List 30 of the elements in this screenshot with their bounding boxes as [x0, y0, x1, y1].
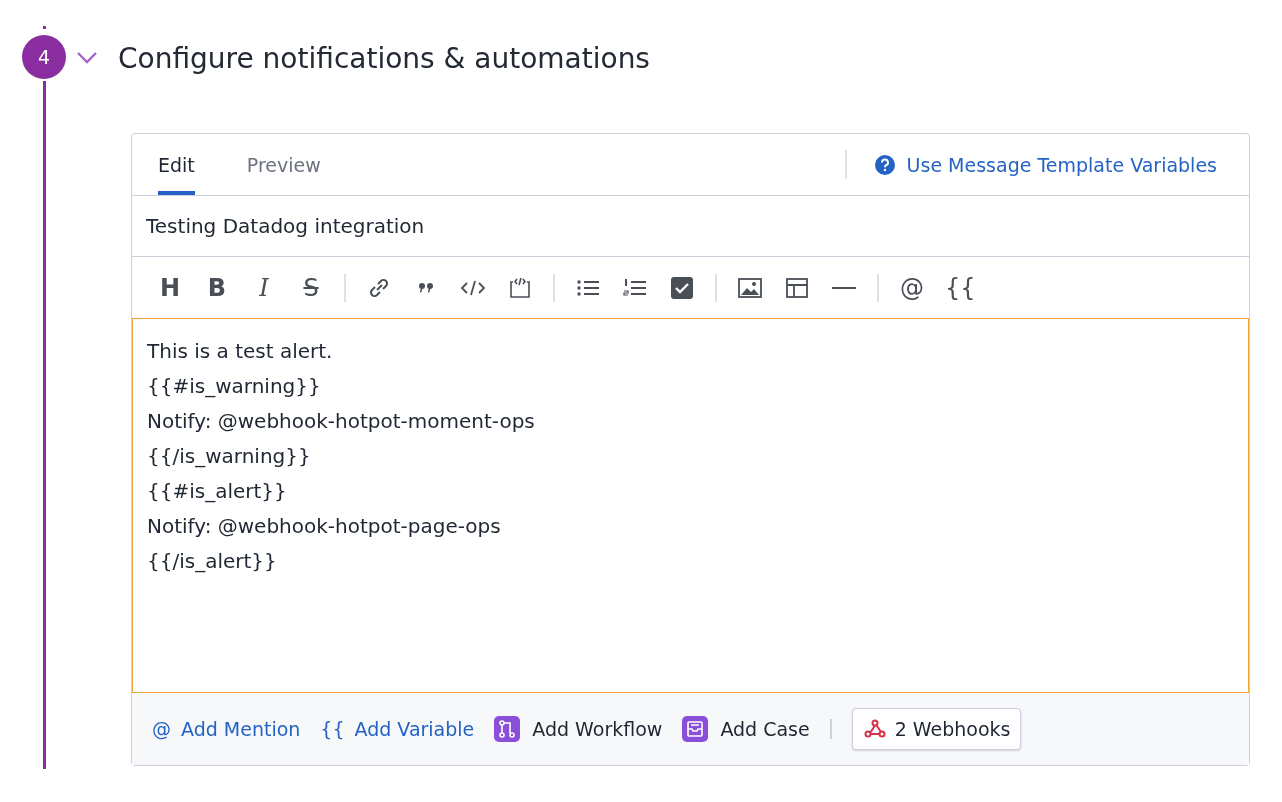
table-icon[interactable]	[783, 275, 811, 300]
message-line: This is a test alert.	[147, 338, 334, 365]
format-button[interactable]: I	[250, 273, 278, 302]
format-button[interactable]: {{	[945, 273, 973, 302]
step-number: 4	[22, 35, 66, 79]
message-line: {{#is_warning}}	[147, 373, 322, 400]
message-line: {{/is_alert}}	[147, 548, 278, 575]
help-link[interactable]: Use Message Template Variables	[906, 153, 1217, 176]
help-icon	[874, 154, 895, 175]
message-line: {{/is_warning}}	[147, 443, 312, 470]
message-line: {{#is_alert}}	[147, 478, 288, 505]
inbox-icon[interactable]	[682, 716, 709, 742]
checkbox-icon[interactable]	[668, 275, 696, 300]
format-button[interactable]: S	[297, 273, 325, 302]
footer-action[interactable]: Add Workflow	[532, 718, 663, 740]
footer-link[interactable]: {{ Add Variable	[320, 718, 475, 740]
format-button[interactable]: @	[898, 273, 926, 302]
footer-link[interactable]: @ Add Mention	[152, 718, 301, 740]
message-line: Notify: @webhook-hotpot-page-ops	[147, 513, 502, 540]
tab[interactable]: Preview	[246, 134, 321, 195]
chevron-icon[interactable]	[76, 51, 98, 65]
section-title: Configure notifications & automations	[118, 41, 650, 75]
format-button[interactable]: H	[156, 273, 184, 302]
message-line: Notify: @webhook-hotpot-moment-ops	[147, 408, 536, 435]
workflow-icon[interactable]	[494, 716, 521, 742]
image-icon[interactable]	[736, 275, 764, 300]
footer-action[interactable]: Add Case	[720, 718, 810, 740]
format-button[interactable]: B	[203, 273, 231, 302]
webhooks-button[interactable]: 2 Webhooks	[851, 708, 1022, 750]
message-body-field[interactable]: This is a test alert. {{#is_warning}} Notify: @webhook-hotpot-moment-ops {{/is_warning}} {{#is_alert}} Notify: @webhook-hotpot-page-ops {{/is_alert}}	[132, 318, 1249, 693]
